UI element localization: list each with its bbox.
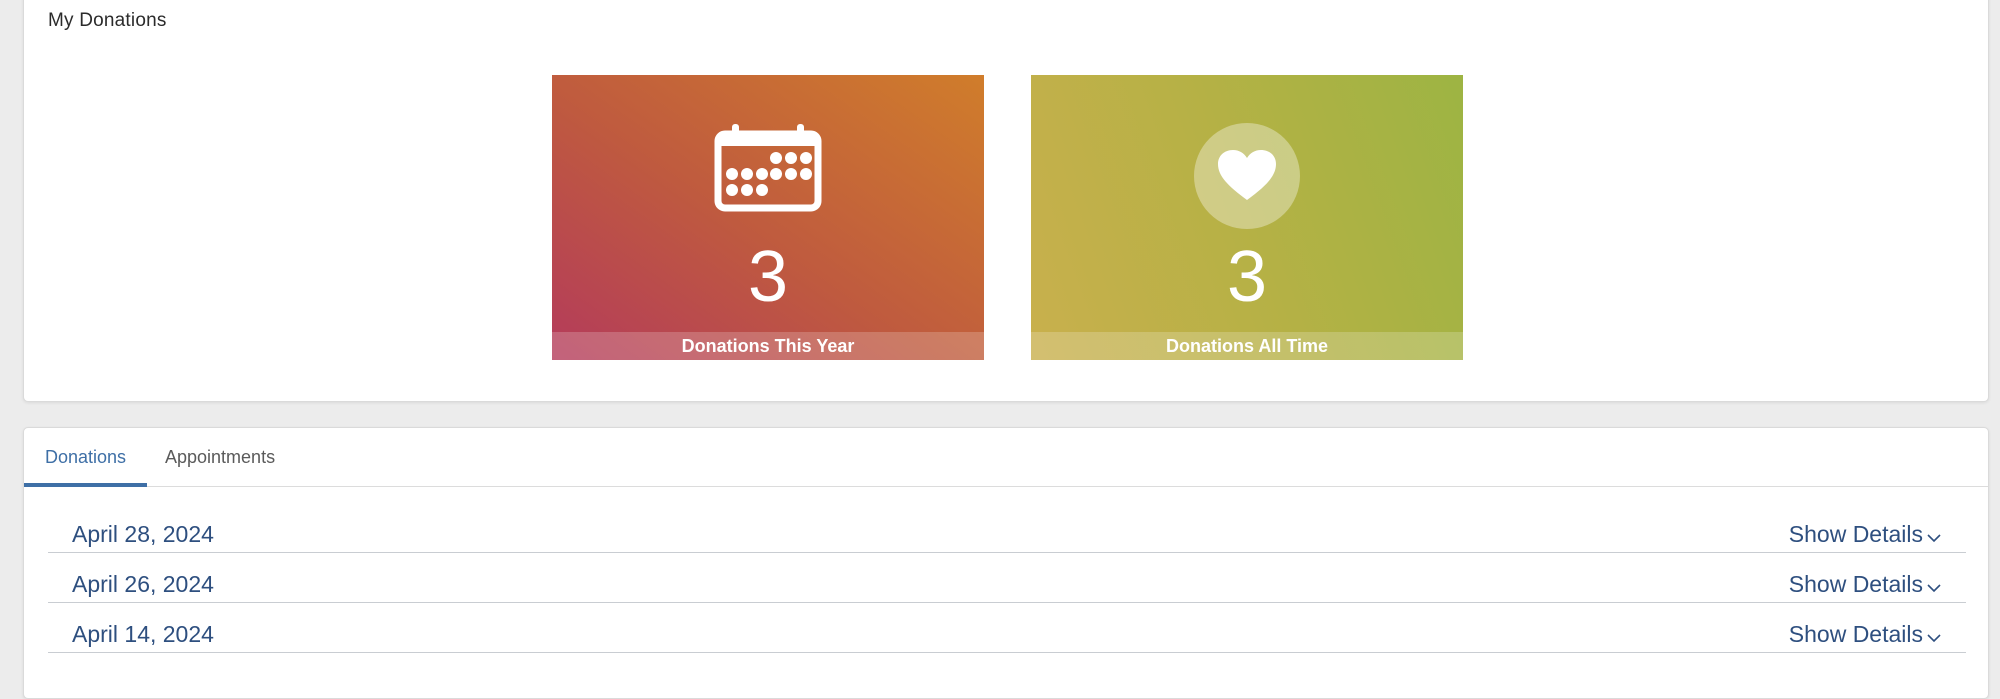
donation-summary-card: My Donations 3 Donations This Year 3 Don… [23, 0, 1989, 402]
tab-bar: Donations Appointments [24, 428, 1988, 487]
donation-date: April 14, 2024 [72, 621, 214, 647]
donations-all-time-label: Donations All Time [1031, 332, 1463, 360]
donations-this-year-tile: 3 Donations This Year [552, 75, 984, 360]
chevron-down-icon [1927, 534, 1941, 543]
donation-history-card: Donations Appointments April 28, 2024 Sh… [23, 427, 1989, 699]
show-details-label: Show Details [1788, 521, 1923, 547]
donation-date: April 26, 2024 [72, 571, 214, 597]
heart-icon [1193, 123, 1301, 229]
donation-date: April 28, 2024 [72, 521, 214, 547]
donations-all-time-tile: 3 Donations All Time [1031, 75, 1463, 360]
donation-row: April 14, 2024 Show Details [48, 618, 1966, 653]
tab-donations[interactable]: Donations [24, 428, 147, 487]
show-details-label: Show Details [1788, 571, 1923, 597]
show-details-button[interactable]: Show Details [1789, 571, 1942, 598]
donations-this-year-label: Donations This Year [552, 332, 984, 360]
donations-all-time-count: 3 [1226, 237, 1268, 317]
show-details-button[interactable]: Show Details [1789, 521, 1942, 548]
tab-appointments[interactable]: Appointments [165, 428, 275, 486]
page-title: My Donations [48, 10, 167, 31]
chevron-down-icon [1927, 584, 1941, 593]
donation-row: April 26, 2024 Show Details [48, 568, 1966, 603]
calendar-icon [714, 123, 822, 213]
show-details-button[interactable]: Show Details [1789, 621, 1942, 648]
show-details-label: Show Details [1788, 621, 1923, 647]
chevron-down-icon [1927, 634, 1941, 643]
donation-row: April 28, 2024 Show Details [48, 518, 1966, 553]
donations-this-year-count: 3 [747, 237, 789, 317]
